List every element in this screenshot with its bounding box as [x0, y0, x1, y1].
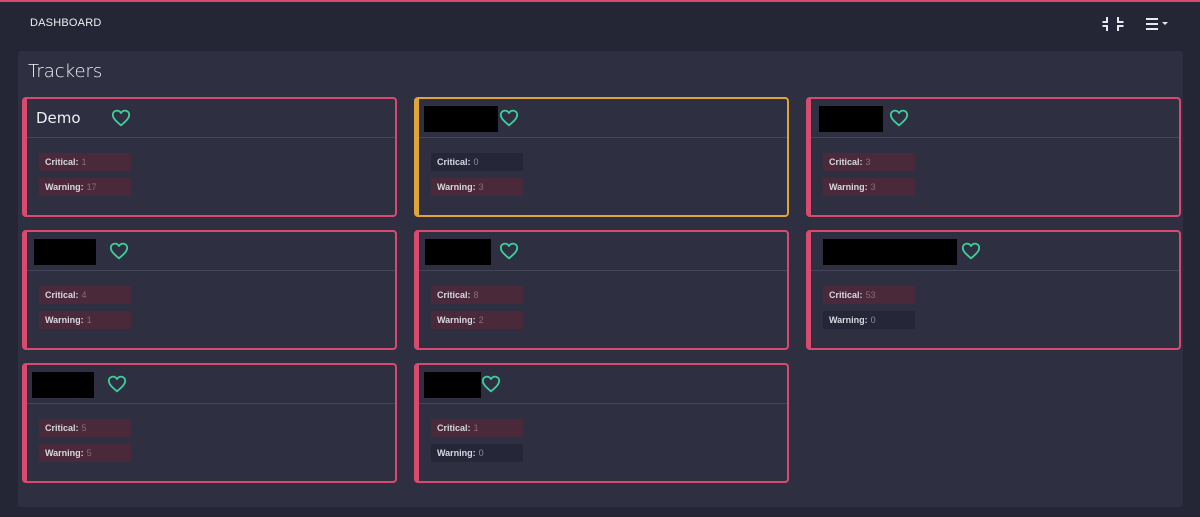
top-bar: DASHBOARD — [0, 2, 1200, 44]
tracker-card-header — [811, 232, 1179, 271]
heart-icon — [107, 375, 127, 393]
badge-label: Warning: — [437, 315, 476, 325]
tracker-card[interactable]: Critical: 3 Warning: 3 — [806, 97, 1181, 217]
badge-label: Critical: — [437, 423, 471, 433]
badge-label: Critical: — [437, 290, 471, 300]
critical-count-badge: Critical: 4 — [39, 286, 131, 304]
hamburger-menu-icon[interactable] — [1142, 14, 1174, 34]
tracker-card[interactable]: Critical: 53 Warning: 0 — [806, 230, 1181, 350]
badge-value: 5 — [81, 423, 87, 433]
heart-icon — [499, 242, 519, 260]
heart-icon — [111, 109, 131, 127]
tracker-card-header — [27, 365, 395, 404]
panel-title: Trackers — [28, 61, 103, 82]
heart-icon — [109, 242, 129, 260]
tracker-card-header — [419, 365, 787, 404]
badge-label: Warning: — [45, 448, 84, 458]
warning-count-badge: Warning: 0 — [823, 311, 915, 329]
badge-label: Warning: — [45, 315, 84, 325]
badge-label: Warning: — [829, 182, 868, 192]
badge-value: 53 — [865, 290, 876, 300]
redacted-name-block — [823, 239, 957, 265]
badge-label: Warning: — [45, 182, 84, 192]
tracker-card[interactable]: Critical: 5 Warning: 5 — [22, 363, 397, 483]
badge-value: 1 — [81, 157, 87, 167]
critical-count-badge: Critical: 1 — [431, 419, 523, 437]
badge-label: Critical: — [45, 157, 79, 167]
critical-count-badge: Critical: 0 — [431, 153, 523, 171]
badge-value: 1 — [86, 315, 92, 325]
badge-label: Critical: — [45, 423, 79, 433]
tracker-card[interactable]: Critical: 4 Warning: 1 — [22, 230, 397, 350]
redacted-name-block — [425, 239, 491, 265]
badge-value: 3 — [865, 157, 871, 167]
tracker-card[interactable]: Critical: 1 Warning: 0 — [414, 363, 789, 483]
redacted-name-block — [32, 372, 94, 398]
critical-count-badge: Critical: 53 — [823, 286, 915, 304]
badge-value: 17 — [86, 182, 97, 192]
badge-label: Critical: — [45, 290, 79, 300]
critical-count-badge: Critical: 1 — [39, 153, 131, 171]
badge-label: Critical: — [829, 157, 863, 167]
badge-value: 5 — [86, 448, 92, 458]
badge-value: 4 — [81, 290, 87, 300]
badge-value: 2 — [478, 315, 484, 325]
warning-count-badge: Warning: 3 — [431, 178, 523, 196]
tracker-card-header — [419, 99, 787, 138]
tracker-card-header — [419, 232, 787, 271]
collapse-icon[interactable] — [1102, 14, 1124, 34]
warning-count-badge: Warning: 3 — [823, 178, 915, 196]
heart-icon — [481, 375, 501, 393]
tracker-card-header — [811, 99, 1179, 138]
app-title[interactable]: DASHBOARD — [30, 17, 101, 29]
redacted-name-block — [424, 372, 481, 398]
badge-value: 0 — [473, 157, 479, 167]
tracker-card-header: Demo — [27, 99, 395, 138]
badge-value: 0 — [870, 315, 876, 325]
badge-value: 0 — [478, 448, 484, 458]
redacted-name-block — [424, 106, 498, 132]
warning-count-badge: Warning: 1 — [39, 311, 131, 329]
badge-value: 8 — [473, 290, 479, 300]
badge-value: 3 — [870, 182, 876, 192]
badge-label: Critical: — [829, 290, 863, 300]
tracker-card[interactable]: Demo Critical: 1 Warning: 17 — [22, 97, 397, 217]
tracker-name[interactable]: Demo — [36, 109, 81, 127]
badge-label: Warning: — [437, 182, 476, 192]
warning-count-badge: Warning: 17 — [39, 178, 131, 196]
tracker-card[interactable]: Critical: 0 Warning: 3 — [414, 97, 789, 217]
heart-icon — [961, 242, 981, 260]
badge-label: Warning: — [829, 315, 868, 325]
redacted-name-block — [34, 239, 96, 265]
critical-count-badge: Critical: 8 — [431, 286, 523, 304]
warning-count-badge: Warning: 2 — [431, 311, 523, 329]
badge-label: Critical: — [437, 157, 471, 167]
critical-count-badge: Critical: 3 — [823, 153, 915, 171]
badge-value: 3 — [478, 182, 484, 192]
warning-count-badge: Warning: 5 — [39, 444, 131, 462]
badge-value: 1 — [473, 423, 479, 433]
redacted-name-block — [819, 106, 883, 132]
heart-icon — [889, 109, 909, 127]
warning-count-badge: Warning: 0 — [431, 444, 523, 462]
tracker-card[interactable]: Critical: 8 Warning: 2 — [414, 230, 789, 350]
badge-label: Warning: — [437, 448, 476, 458]
heart-icon — [499, 109, 519, 127]
critical-count-badge: Critical: 5 — [39, 419, 131, 437]
tracker-card-header — [27, 232, 395, 271]
